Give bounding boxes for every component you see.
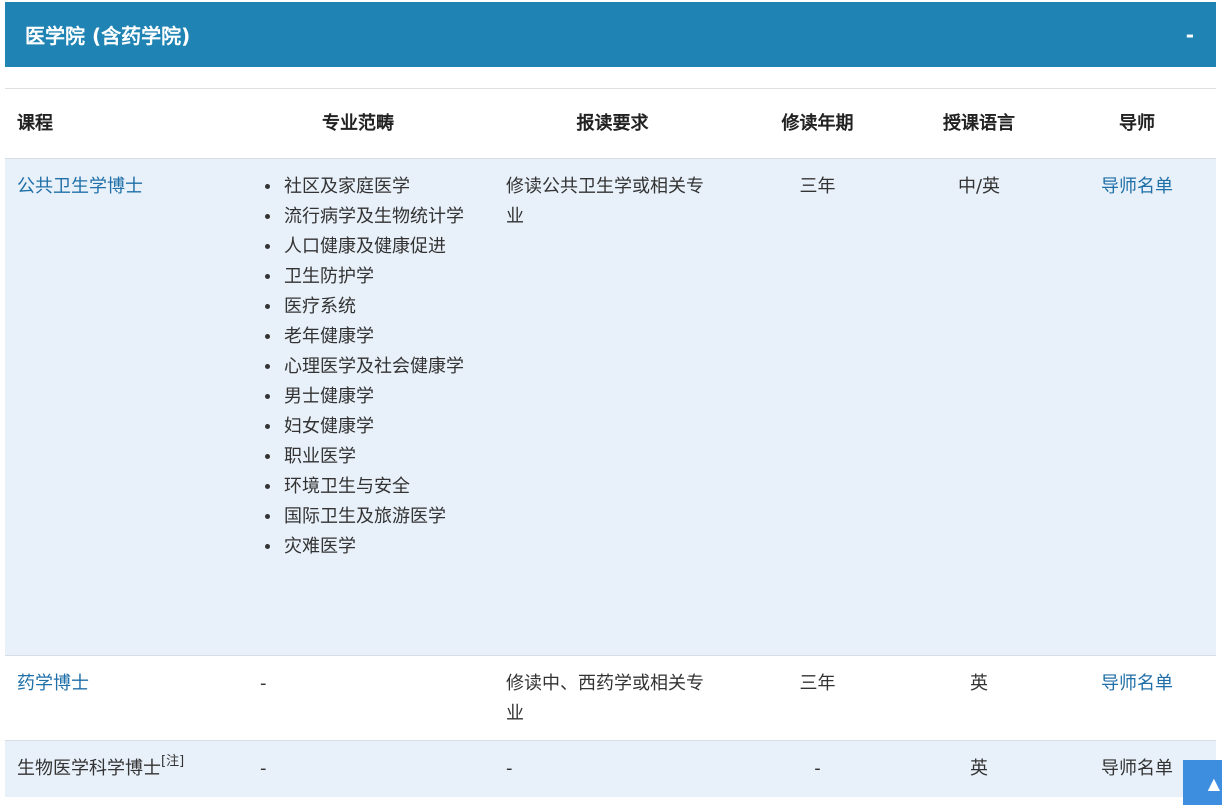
supervisor-list-link[interactable]: 导师名单 [1101,176,1173,197]
duration-cell: - [814,758,821,779]
header-language: 授课语言 [943,112,1015,134]
panel-title: 医学院 (含药学院) [25,24,191,48]
language-cell: 中/英 [957,176,1001,197]
duration-cell: 三年 [799,673,836,694]
note-marker: [注] [161,754,185,769]
arrow-up-icon: ▲ [1207,774,1220,793]
panel-header[interactable]: 医学院 (含药学院) - [5,2,1216,67]
list-item: 妇女健康学 [282,412,490,442]
list-item: 老年健康学 [282,322,490,352]
specialization-list: 社区及家庭医学 流行病学及生物统计学 人口健康及健康促进 卫生防护学 医疗系统 … [260,172,490,562]
list-item: 环境卫生与安全 [282,472,490,502]
list-item: 国际卫生及旅游医学 [282,502,490,532]
course-link-public-health[interactable]: 公共卫生学博士 [17,176,143,197]
table-row: 公共卫生学博士 社区及家庭医学 流行病学及生物统计学 人口健康及健康促进 卫生防… [5,158,1216,656]
header-course: 课程 [17,112,53,134]
collapse-toggle[interactable]: - [1186,23,1194,47]
list-item: 心理医学及社会健康学 [282,352,490,382]
list-item: 人口健康及健康促进 [282,232,490,262]
requirement-cell: 修读中、西药学或相关专业 [506,673,704,724]
requirement-cell: - [506,758,513,779]
list-item: 灾难医学 [282,532,490,562]
language-cell: 英 [970,758,988,779]
programme-table-wrapper: 课程 专业范畴 报读要求 修读年期 授课语言 导师 公共卫生学博士 社区及家庭医… [5,88,1216,797]
specialization-cell: - [260,758,267,779]
table-header-row: 课程 专业范畴 报读要求 修读年期 授课语言 导师 [5,88,1216,159]
list-item: 卫生防护学 [282,262,490,292]
header-duration: 修读年期 [781,112,854,134]
duration-cell: 三年 [799,176,836,197]
programme-table: 课程 专业范畴 报读要求 修读年期 授课语言 导师 公共卫生学博士 社区及家庭医… [5,88,1216,797]
list-item: 社区及家庭医学 [282,172,490,202]
header-requirement: 报读要求 [576,112,649,134]
specialization-cell: - [260,673,267,694]
header-supervisor: 导师 [1119,112,1155,134]
list-item: 医疗系统 [282,292,490,322]
list-item: 男士健康学 [282,382,490,412]
list-item: 职业医学 [282,442,490,472]
table-row: 药学博士 - 修读中、西药学或相关专业 三年 英 导师名单 [5,655,1216,741]
requirement-cell: 修读公共卫生学或相关专业 [506,176,704,227]
table-row: 生物医学科学博士[注] - - - 英 导师名单 [5,740,1216,797]
specialization-list-cell: 社区及家庭医学 流行病学及生物统计学 人口健康及健康促进 卫生防护学 医疗系统 … [250,159,490,656]
course-name-biomedical: 生物医学科学博士 [17,758,161,779]
supervisor-list-link[interactable]: 导师名单 [1101,673,1173,694]
course-link-pharmacy[interactable]: 药学博士 [17,673,89,694]
language-cell: 英 [970,673,988,694]
list-item: 流行病学及生物统计学 [282,202,490,232]
scroll-to-top-button[interactable]: ▲ [1183,760,1222,805]
header-specialization: 专业范畴 [322,112,394,134]
